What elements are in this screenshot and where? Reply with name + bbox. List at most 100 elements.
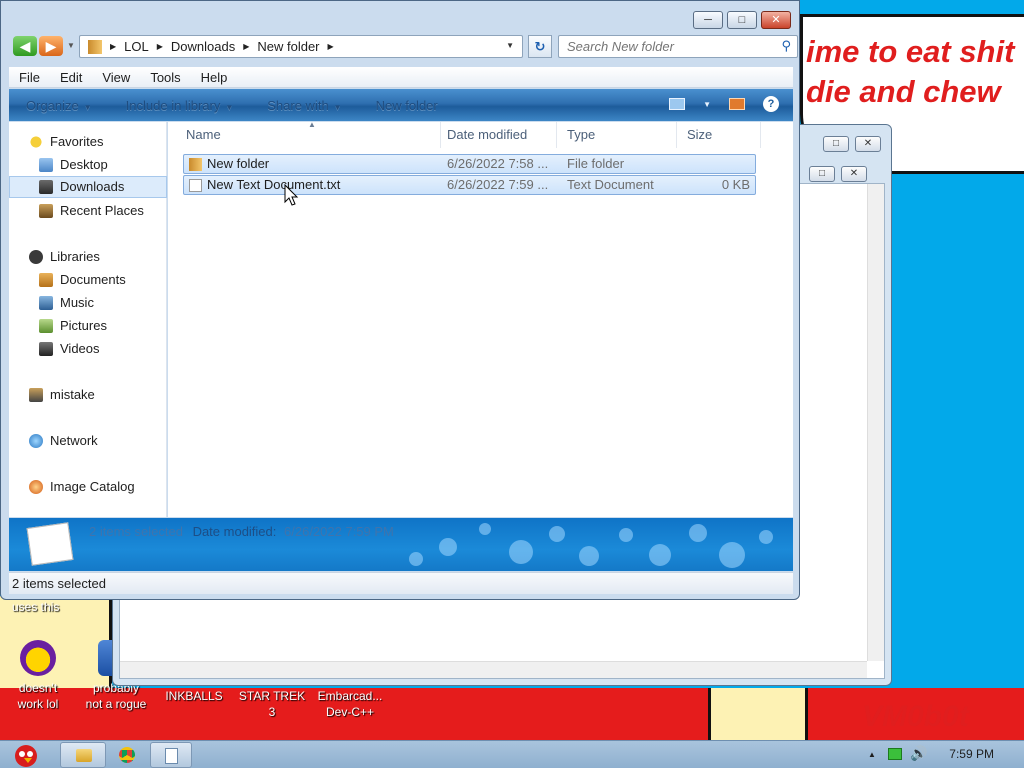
taskbar-chrome[interactable]	[110, 742, 144, 768]
folder-icon	[189, 158, 202, 171]
back-arrow-icon[interactable]: ◀	[13, 36, 37, 56]
taskbar-notepad[interactable]	[150, 742, 192, 768]
volume-icon[interactable]: 🔊	[910, 745, 927, 762]
desktop-icon-label: INKBALLS	[165, 689, 223, 703]
include-in-library-button[interactable]: Include in library ▼	[109, 98, 251, 113]
close-button[interactable]: ✕	[761, 11, 791, 29]
preview-pane-icon[interactable]	[729, 98, 745, 110]
file-date: 6/26/2022 7:59 ...	[447, 177, 549, 192]
search-input[interactable]	[559, 36, 769, 57]
downloads-icon	[39, 180, 53, 194]
minimize-button[interactable]: □	[823, 136, 849, 152]
menu-view[interactable]: View	[92, 70, 140, 85]
desktop-icon-yahoo[interactable]: doesn't work lol	[2, 640, 74, 712]
desktop-icon	[39, 158, 53, 172]
sidebar-item-desktop[interactable]: Desktop	[9, 154, 167, 176]
sidebar-item-label: Downloads	[60, 179, 125, 194]
navigation-bar: ◀ ▶ ▼ ▶ LOL ▶ Downloads ▶ New folder ▶ ▼…	[9, 34, 798, 60]
horizontal-scrollbar[interactable]	[120, 661, 867, 678]
taskbar: ▲ 🔊 7:59 PM	[0, 740, 1024, 768]
file-list[interactable]: ▲ Name Date modified Type Size New folde…	[168, 120, 793, 517]
new-folder-button[interactable]: New folder	[359, 98, 455, 113]
wallpaper-text-line-2: die and chew	[806, 74, 1001, 109]
help-icon[interactable]: ?	[763, 96, 779, 112]
details-date-label: Date modified:	[192, 524, 277, 539]
file-type: File folder	[567, 156, 625, 171]
column-header-type[interactable]: Type	[557, 122, 677, 148]
column-header-size[interactable]: Size	[677, 122, 761, 148]
network-icon	[29, 434, 43, 448]
table-row[interactable]: New folder 6/26/2022 7:58 ... File folde…	[183, 154, 756, 174]
system-tray: ▲ 🔊 7:59 PM	[844, 741, 1024, 768]
forward-arrow-icon[interactable]: ▶	[39, 36, 63, 56]
search-icon[interactable]: ⚲	[781, 38, 791, 54]
menu-edit[interactable]: Edit	[50, 70, 92, 85]
recent-pages-chevron-icon[interactable]: ▼	[67, 41, 75, 50]
breadcrumb-item[interactable]: Downloads	[171, 39, 235, 54]
sidebar-item-videos[interactable]: Videos	[9, 338, 167, 360]
menu-help[interactable]: Help	[191, 70, 238, 85]
table-row[interactable]: New Text Document.txt 6/26/2022 7:59 ...…	[183, 175, 756, 195]
details-summary: 2 items selected Date modified: 6/26/202…	[89, 524, 394, 539]
sidebar-item-libraries[interactable]: Libraries	[9, 246, 167, 268]
address-bar[interactable]: ▶ LOL ▶ Downloads ▶ New folder ▶ ▼	[79, 35, 523, 58]
column-header-date-modified[interactable]: Date modified	[437, 122, 557, 148]
recent-places-icon	[39, 204, 53, 218]
wallpaper-text-line-1: ime to eat shit	[806, 34, 1015, 69]
desktop-icon-dev-cpp[interactable]: Embarcad... Dev-C++	[314, 688, 386, 720]
close-button[interactable]: ✕	[855, 136, 881, 152]
sidebar-item-label: Documents	[60, 272, 126, 287]
image-catalog-icon	[29, 480, 43, 494]
breadcrumb-item[interactable]: LOL	[124, 39, 149, 54]
libraries-icon	[29, 250, 43, 264]
sidebar-item-network[interactable]: Network	[9, 430, 167, 452]
clock[interactable]: 7:59 PM	[949, 747, 994, 761]
organize-button[interactable]: Organize ▼	[9, 98, 109, 113]
sidebar-item-label: Image Catalog	[50, 479, 135, 494]
column-header-name[interactable]: Name	[176, 122, 441, 148]
taskbar-explorer[interactable]	[60, 742, 106, 768]
close-button[interactable]: ✕	[841, 166, 867, 182]
sidebar-item-downloads[interactable]: Downloads	[9, 176, 167, 198]
sidebar-item-favorites[interactable]: Favorites	[9, 131, 167, 153]
start-button[interactable]	[2, 742, 50, 768]
sidebar-item-mistake[interactable]: mistake	[9, 384, 167, 406]
maximize-button[interactable]: □	[809, 166, 835, 182]
address-dropdown-chevron-icon[interactable]: ▼	[506, 41, 514, 50]
change-view-icon[interactable]	[669, 98, 686, 110]
network-status-icon[interactable]	[888, 748, 902, 760]
sidebar-item-recent-places[interactable]: Recent Places	[9, 200, 167, 222]
notepad-icon	[165, 748, 178, 764]
breadcrumb-separator-icon: ▶	[243, 42, 250, 51]
sidebar-item-documents[interactable]: Documents	[9, 269, 167, 291]
breadcrumb-separator-icon: ▶	[110, 42, 117, 51]
command-bar: Organize ▼ Include in library ▼ Share with…	[9, 89, 793, 121]
sidebar-item-pictures[interactable]: Pictures	[9, 315, 167, 337]
desktop-icon-inkballs[interactable]: INKBALLS	[158, 688, 230, 704]
details-pane: 2 items selected Date modified: 6/26/202…	[9, 518, 793, 571]
vertical-scrollbar[interactable]	[867, 184, 884, 661]
share-with-button[interactable]: Share with ▼	[250, 98, 358, 113]
maximize-button[interactable]: □	[727, 11, 757, 29]
chevron-down-icon: ▼	[83, 102, 92, 112]
desktop-icon-label: uses this	[12, 600, 60, 614]
menu-tools[interactable]: Tools	[140, 70, 190, 85]
sidebar-item-image-catalog[interactable]: Image Catalog	[9, 476, 167, 498]
sidebar-item-music[interactable]: Music	[9, 292, 167, 314]
file-name: New Text Document.txt	[207, 177, 341, 192]
show-hidden-icons-chevron-icon[interactable]: ▲	[868, 750, 876, 759]
desktop-icon-star-trek[interactable]: STAR TREK 3	[236, 688, 308, 720]
menu-file[interactable]: File	[9, 70, 50, 85]
breadcrumb-item[interactable]: New folder	[257, 39, 319, 54]
chrome-icon	[119, 747, 135, 763]
desktop-icon-label: STAR TREK	[238, 689, 306, 703]
refresh-icon[interactable]: ↻	[528, 35, 552, 58]
minimize-button[interactable]: ─	[693, 11, 723, 29]
desktop-icon-label: Embarcad...	[317, 689, 383, 703]
desktop-icon-label: not a rogue	[85, 697, 147, 711]
sidebar-item-label: Music	[60, 295, 94, 310]
breadcrumb-separator-icon: ▶	[156, 42, 163, 51]
search-box[interactable]: ⚲	[558, 35, 798, 58]
chevron-down-icon[interactable]: ▼	[703, 100, 711, 109]
explorer-window[interactable]: ─ □ ✕ ◀ ▶ ▼ ▶ LOL ▶ Downloads ▶ New fold…	[0, 0, 800, 600]
